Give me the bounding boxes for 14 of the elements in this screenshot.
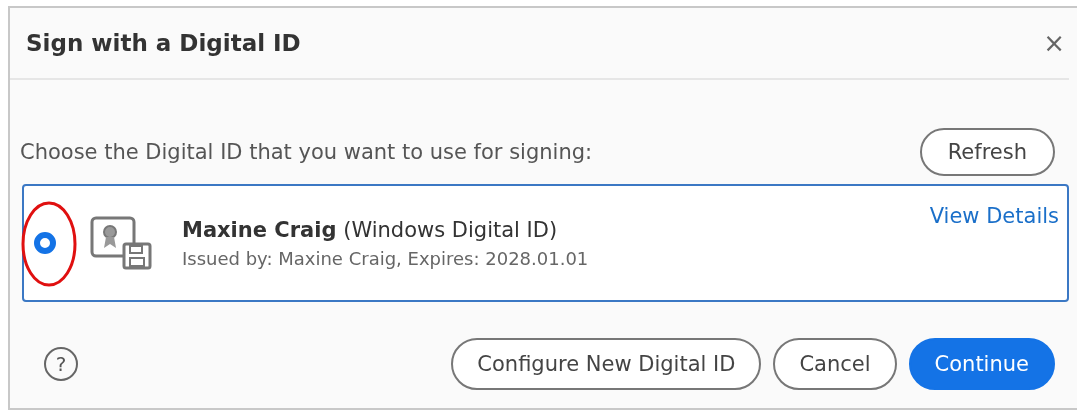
dialog-button[interactable]: Cancel bbox=[773, 338, 897, 390]
digital-id-card[interactable]: Maxine Craig (Windows Digital ID) Issued by: Maxine Craig, Expires: 2028.01.01 View Details bbox=[22, 184, 1069, 302]
continue-button[interactable]: Continue bbox=[908, 338, 1055, 390]
close-button[interactable]: × bbox=[1043, 28, 1065, 58]
id-name: Maxine Craig (Windows Digital ID) bbox=[182, 217, 559, 242]
issuer-text: Issued by: Maxine Craig, Expires: 2028.01.01 bbox=[182, 247, 590, 269]
dialog-title: Sign with a Digital ID bbox=[26, 30, 301, 56]
certificate-icon bbox=[90, 216, 152, 270]
refresh-button[interactable]: Refresh bbox=[919, 128, 1055, 176]
help-button[interactable]: ? bbox=[44, 347, 78, 381]
instruction-text: Choose the Digital ID that you want to use for signing: bbox=[20, 140, 593, 164]
dialog-button[interactable]: Configure New Digital ID bbox=[451, 338, 762, 390]
view-details-link[interactable]: View Details bbox=[929, 204, 1059, 228]
radio-button[interactable] bbox=[34, 232, 56, 254]
